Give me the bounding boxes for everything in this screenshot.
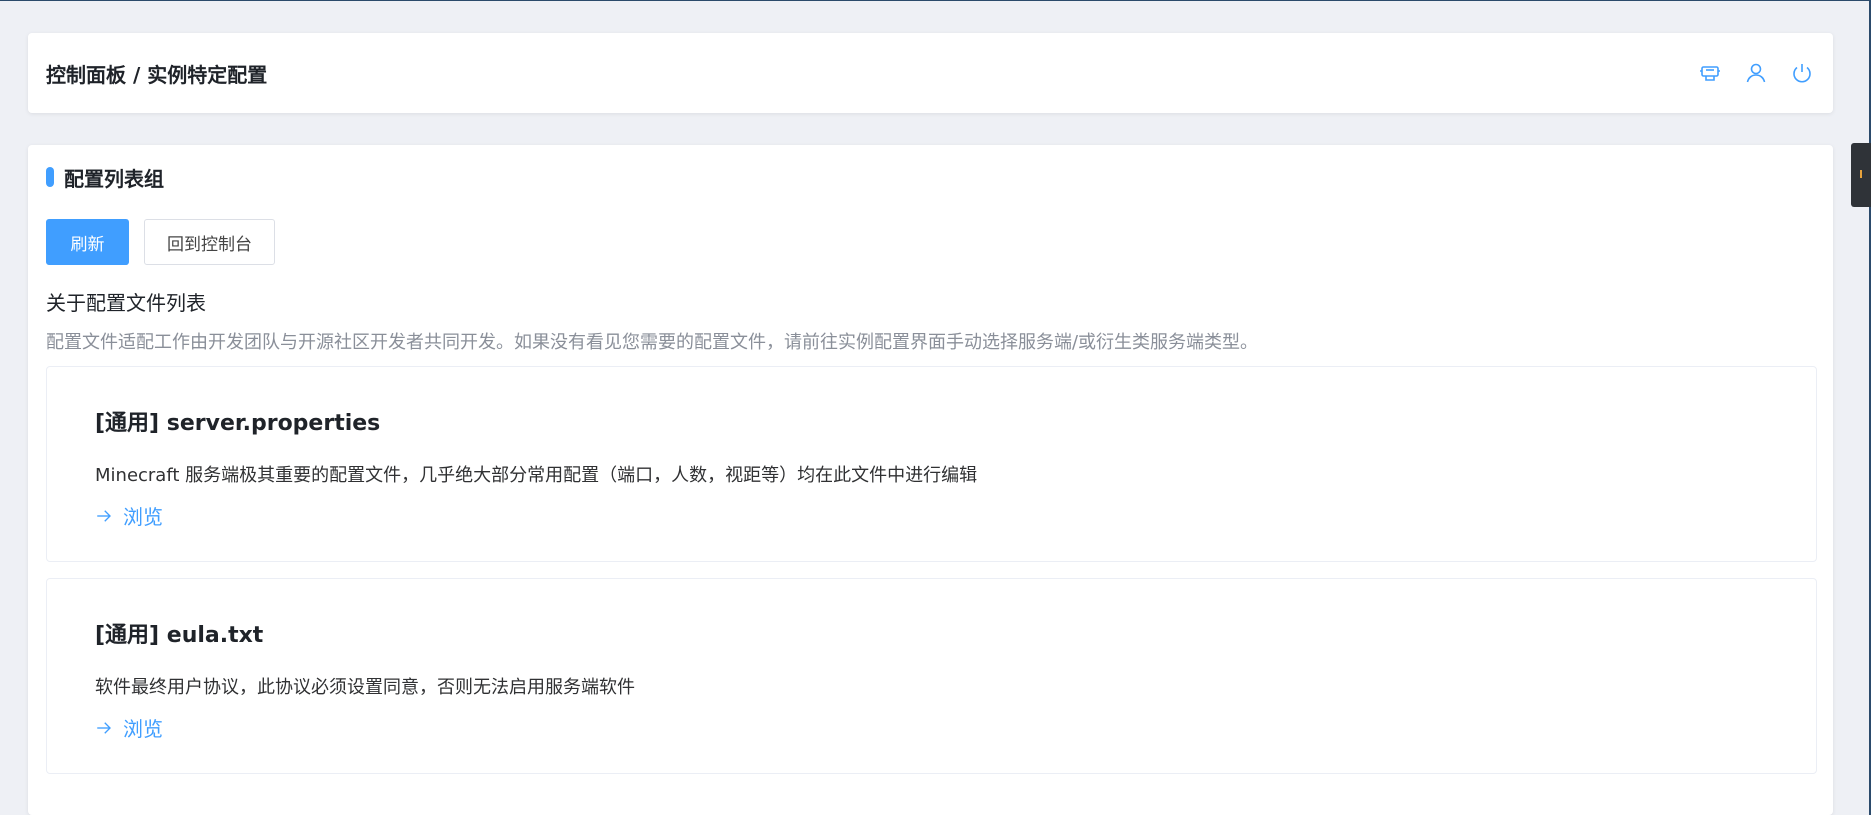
about-description: 配置文件适配工作由开发团队与开源社区开发者共同开发。如果没有看见您需要的配置文件…: [46, 332, 1259, 353]
top-bar: 控制面板 / 实例特定配置: [28, 33, 1833, 113]
back-to-console-button[interactable]: 回到控制台: [144, 219, 275, 265]
refresh-button[interactable]: 刷新: [46, 219, 129, 265]
user-icon[interactable]: [1743, 60, 1769, 86]
power-icon[interactable]: [1789, 60, 1815, 86]
browse-link-label: 浏览: [123, 717, 163, 741]
about-title: 关于配置文件列表: [46, 291, 206, 315]
breadcrumb: 控制面板 / 实例特定配置: [46, 62, 268, 87]
terminal-icon[interactable]: [1697, 60, 1723, 86]
arrow-right-icon: [97, 721, 111, 734]
config-item-description: 软件最终用户协议，此协议必须设置同意，否则无法启用服务端软件: [95, 677, 635, 698]
browse-link[interactable]: 浏览: [95, 713, 1768, 742]
config-list-card: 配置列表组 刷新 回到控制台 关于配置文件列表 配置文件适配工作由开发团队与开源…: [28, 145, 1833, 815]
side-drawer-handle[interactable]: [1851, 143, 1871, 207]
title-accent-bar: [46, 167, 54, 187]
config-item-title: [通用] eula.txt: [95, 623, 264, 648]
card-title-text: 配置列表组: [64, 166, 164, 191]
config-item-description: Minecraft 服务端极其重要的配置文件，几乎绝大部分常用配置（端口，人数，…: [95, 465, 978, 486]
config-item-server-properties: [通用] server.properties Minecraft 服务端极其重要…: [46, 366, 1817, 562]
browse-link[interactable]: 浏览: [95, 501, 1768, 530]
handle-indicator: [1860, 170, 1862, 178]
arrow-right-icon: [97, 509, 111, 522]
page: 控制面板 / 实例特定配置 配置列表组 刷新 回到控制台 关于配置文件列表 配置…: [0, 0, 1871, 815]
browse-link-label: 浏览: [123, 505, 163, 529]
config-item-title: [通用] server.properties: [95, 411, 381, 436]
button-row: 刷新 回到控制台: [46, 219, 1817, 265]
config-item-eula: [通用] eula.txt 软件最终用户协议，此协议必须设置同意，否则无法启用服…: [46, 578, 1817, 774]
top-actions: [1697, 60, 1815, 86]
card-title: 配置列表组: [46, 165, 1817, 191]
